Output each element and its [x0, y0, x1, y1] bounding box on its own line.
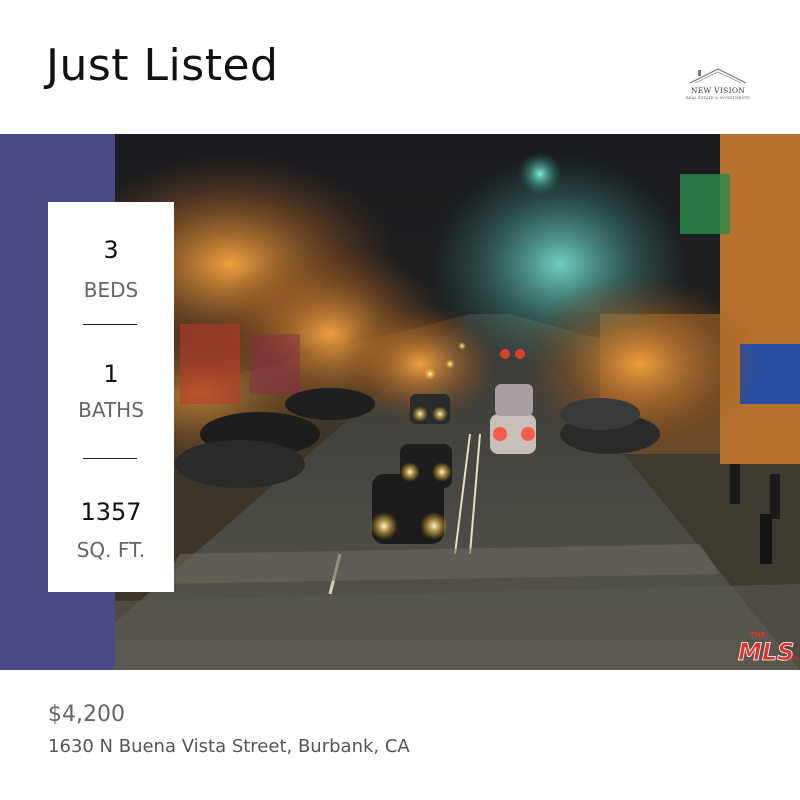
stats-divider	[83, 324, 137, 325]
beds-value: 3	[103, 236, 119, 264]
sqft-label: SQ. FT.	[76, 538, 146, 562]
mls-badge: THE MLS .com	[734, 628, 800, 668]
mls-suffix: .com	[784, 655, 799, 662]
listing-address: 1630 N Buena Vista Street, Burbank, CA	[48, 736, 410, 757]
logo-name: NEW VISION	[690, 86, 746, 95]
sqft-value: 1357	[80, 498, 142, 526]
stats-divider	[83, 458, 137, 459]
stats-card: 3 BEDS 1 BATHS 1357 SQ. FT.	[48, 202, 174, 592]
baths-value: 1	[103, 360, 119, 388]
house-roof-icon	[689, 68, 747, 84]
baths-label: BATHS	[78, 398, 144, 422]
brand-logo: NEW VISION REAL ESTATE & INVESTMENTS	[686, 66, 750, 106]
page-title: Just Listed	[46, 40, 279, 91]
listing-price: $4,200	[48, 702, 125, 727]
beds-label: BEDS	[83, 278, 139, 302]
logo-tagline: REAL ESTATE & INVESTMENTS	[686, 96, 751, 100]
